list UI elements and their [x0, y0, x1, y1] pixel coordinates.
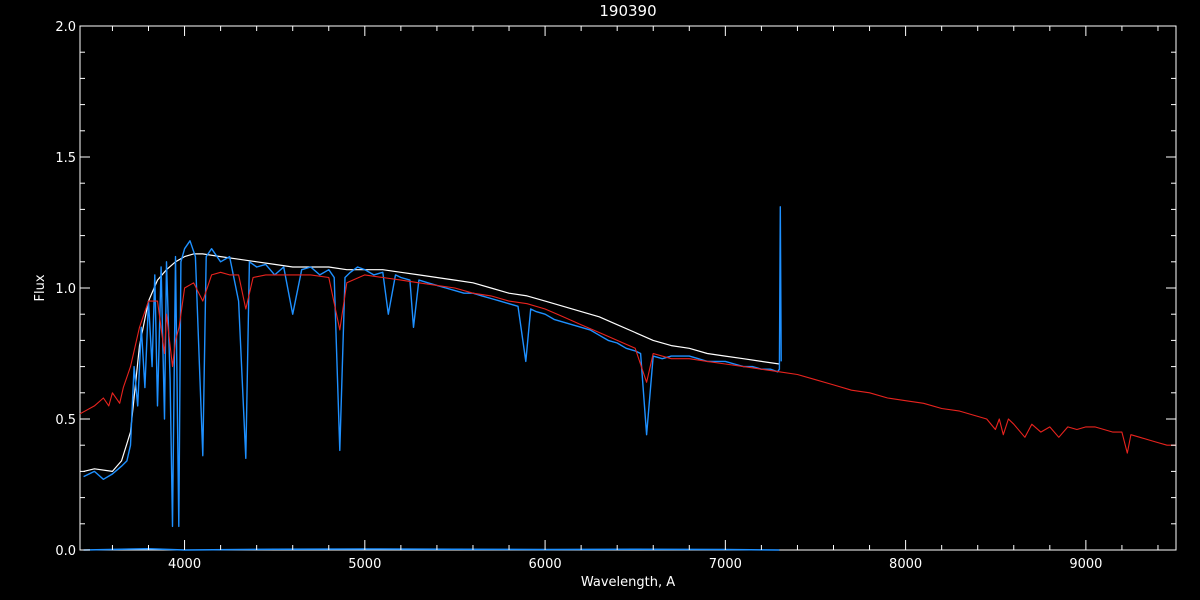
- x-tick-label: 8000: [889, 557, 922, 572]
- spectrum-chart: 190390 4000 5000 6000 7000 8000 9000 0.0 0.5 1.0…: [0, 0, 1200, 600]
- y-tick-label: 0.5: [55, 413, 76, 428]
- y-tick-label: 0.0: [55, 544, 76, 559]
- x-tick-label: 7000: [709, 557, 742, 572]
- y-tick-label: 1.0: [55, 282, 76, 297]
- y-tick-label: 1.5: [55, 151, 76, 166]
- y-tick-label: 2.0: [55, 20, 76, 35]
- y-axis-label: Flux: [33, 274, 48, 301]
- x-tick-label: 4000: [168, 557, 201, 572]
- x-tick-label: 5000: [348, 557, 381, 572]
- x-axis-label: Wavelength, A: [581, 575, 675, 590]
- x-tick-label: 6000: [529, 557, 562, 572]
- x-tick-label: 9000: [1069, 557, 1102, 572]
- chart-title: 190390: [599, 2, 656, 20]
